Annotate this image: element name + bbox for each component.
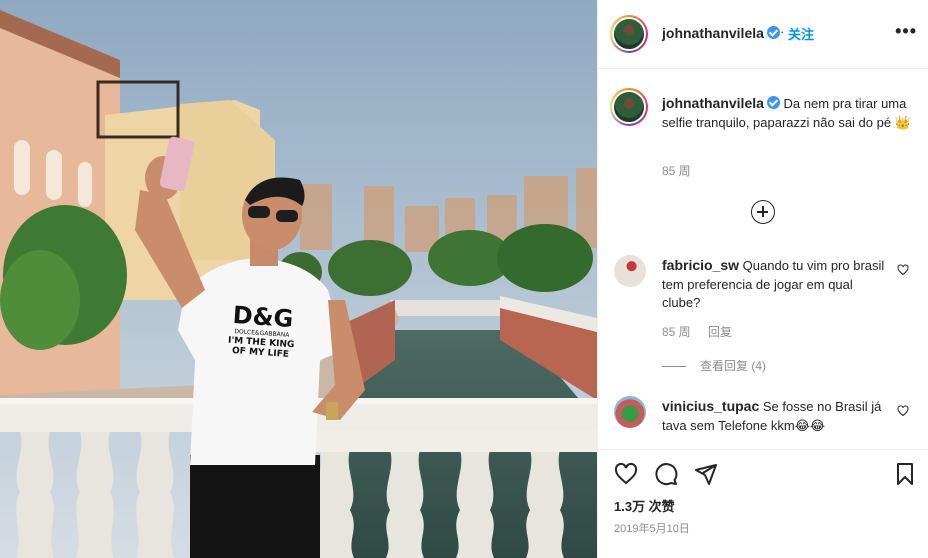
caption-username[interactable]: johnathanvilela — [662, 95, 764, 111]
comment-reply-button[interactable]: 回复 — [708, 325, 732, 339]
caption-timestamp[interactable]: 85 周 — [662, 162, 691, 179]
like-count[interactable]: 1.3万 次赞 — [614, 496, 675, 515]
post-actions: 1.3万 次赞 2019年5月10日 — [598, 449, 928, 558]
comment-timestamp[interactable]: 85 周 — [662, 325, 691, 339]
verified-badge-icon — [766, 26, 780, 39]
comment-text: vinicius_tupac Se fosse no Brasil já tav… — [662, 397, 892, 435]
caption-text: johnathanvilela Da nem pra tirar uma sel… — [662, 94, 918, 132]
commenter-avatar[interactable] — [614, 255, 646, 287]
author-username-text[interactable]: johnathanvilela — [662, 25, 764, 41]
comment-text: fabricio_sw Quando tu vim pro brasil tem… — [662, 256, 892, 313]
plus-circle-icon[interactable] — [751, 200, 775, 224]
post-header: johnathanvilela · 关注 ••• — [598, 0, 928, 69]
photo-illustration — [0, 0, 597, 558]
post-date[interactable]: 2019年5月10日 — [614, 520, 690, 536]
view-replies-button[interactable]: 查看回复 (4) — [662, 357, 766, 374]
author-avatar[interactable] — [610, 15, 648, 53]
comment-like-heart-icon[interactable] — [897, 405, 909, 417]
post-modal: D&G DOLCE&GABBANA I'M THE KING OF MY LIF… — [0, 0, 928, 558]
comment-meta: 85 周 回复 — [662, 323, 746, 340]
caption-author-avatar[interactable] — [610, 88, 648, 126]
view-replies-label[interactable]: 查看回复 (4) — [700, 359, 766, 373]
follow-separator: · — [780, 24, 785, 39]
verified-badge-icon — [766, 96, 780, 109]
comment-icon[interactable] — [654, 462, 678, 486]
follow-button[interactable]: 关注 — [788, 24, 814, 43]
bookmark-icon[interactable] — [893, 462, 917, 486]
more-options-icon[interactable]: ••• — [895, 21, 917, 42]
post-photo[interactable]: D&G DOLCE&GABBANA I'M THE KING OF MY LIF… — [0, 0, 597, 558]
commenter-username[interactable]: vinicius_tupac — [662, 398, 759, 414]
comment-like-heart-icon[interactable] — [897, 264, 909, 276]
commenter-avatar[interactable] — [614, 396, 646, 428]
heart-icon[interactable] — [614, 462, 638, 486]
post-side-panel: johnathanvilela · 关注 ••• johnathanvilela… — [597, 0, 928, 558]
commenter-username[interactable]: fabricio_sw — [662, 257, 739, 273]
share-icon[interactable] — [694, 462, 718, 486]
view-replies-line — [662, 366, 686, 368]
shirt-print: D&G DOLCE&GABBANA I'M THE KING OF MY LIF… — [212, 301, 312, 362]
author-username[interactable]: johnathanvilela — [662, 25, 780, 41]
